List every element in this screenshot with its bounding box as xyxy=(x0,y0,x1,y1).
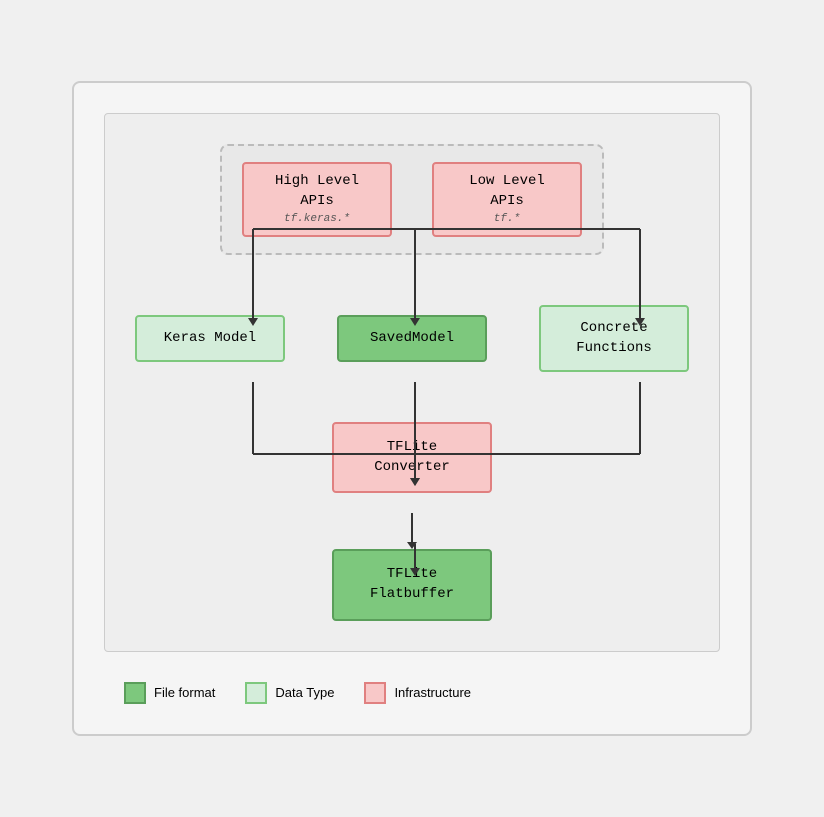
diagram-wrapper: High Level APIs tf.keras.* Low Level API… xyxy=(104,113,720,651)
legend-item-file-format: File format xyxy=(124,682,215,704)
legend-label-file-format: File format xyxy=(154,685,215,700)
high-level-apis-subtitle: tf.keras.* xyxy=(260,212,374,227)
legend-label-infrastructure: Infrastructure xyxy=(394,685,471,700)
saved-model-label: SavedModel xyxy=(349,329,475,349)
legend: File format Data Type Infrastructure xyxy=(104,672,720,714)
high-level-apis-box: High Level APIs tf.keras.* xyxy=(242,162,392,237)
tflite-converter-line1: TFLite xyxy=(344,438,480,458)
legend-box-file-format xyxy=(124,682,146,704)
high-level-apis-label: High Level APIs xyxy=(260,172,374,211)
diagram-area: High Level APIs tf.keras.* Low Level API… xyxy=(104,113,720,651)
api-group: High Level APIs tf.keras.* Low Level API… xyxy=(220,144,604,255)
outer-container: High Level APIs tf.keras.* Low Level API… xyxy=(72,81,752,735)
tflite-converter-box: TFLite Converter xyxy=(332,422,492,493)
tflite-flatbuffer-line2: Flatbuffer xyxy=(344,585,480,605)
keras-model-label: Keras Model xyxy=(147,329,273,349)
saved-model-box: SavedModel xyxy=(337,315,487,363)
tflite-flatbuffer-line1: TFLite xyxy=(344,565,480,585)
legend-box-data-type xyxy=(245,682,267,704)
concrete-functions-line2: Functions xyxy=(551,339,677,359)
low-level-apis-label: Low Level APIs xyxy=(450,172,564,211)
concrete-functions-box: Concrete Functions xyxy=(539,305,689,372)
legend-item-data-type: Data Type xyxy=(245,682,334,704)
tflite-converter-line2: Converter xyxy=(344,458,480,478)
concrete-functions-line1: Concrete xyxy=(551,319,677,339)
low-level-apis-box: Low Level APIs tf.* xyxy=(432,162,582,237)
legend-box-infrastructure xyxy=(364,682,386,704)
legend-label-data-type: Data Type xyxy=(275,685,334,700)
tflite-flatbuffer-box: TFLite Flatbuffer xyxy=(332,549,492,620)
keras-model-box: Keras Model xyxy=(135,315,285,363)
low-level-apis-subtitle: tf.* xyxy=(450,212,564,227)
legend-item-infrastructure: Infrastructure xyxy=(364,682,471,704)
